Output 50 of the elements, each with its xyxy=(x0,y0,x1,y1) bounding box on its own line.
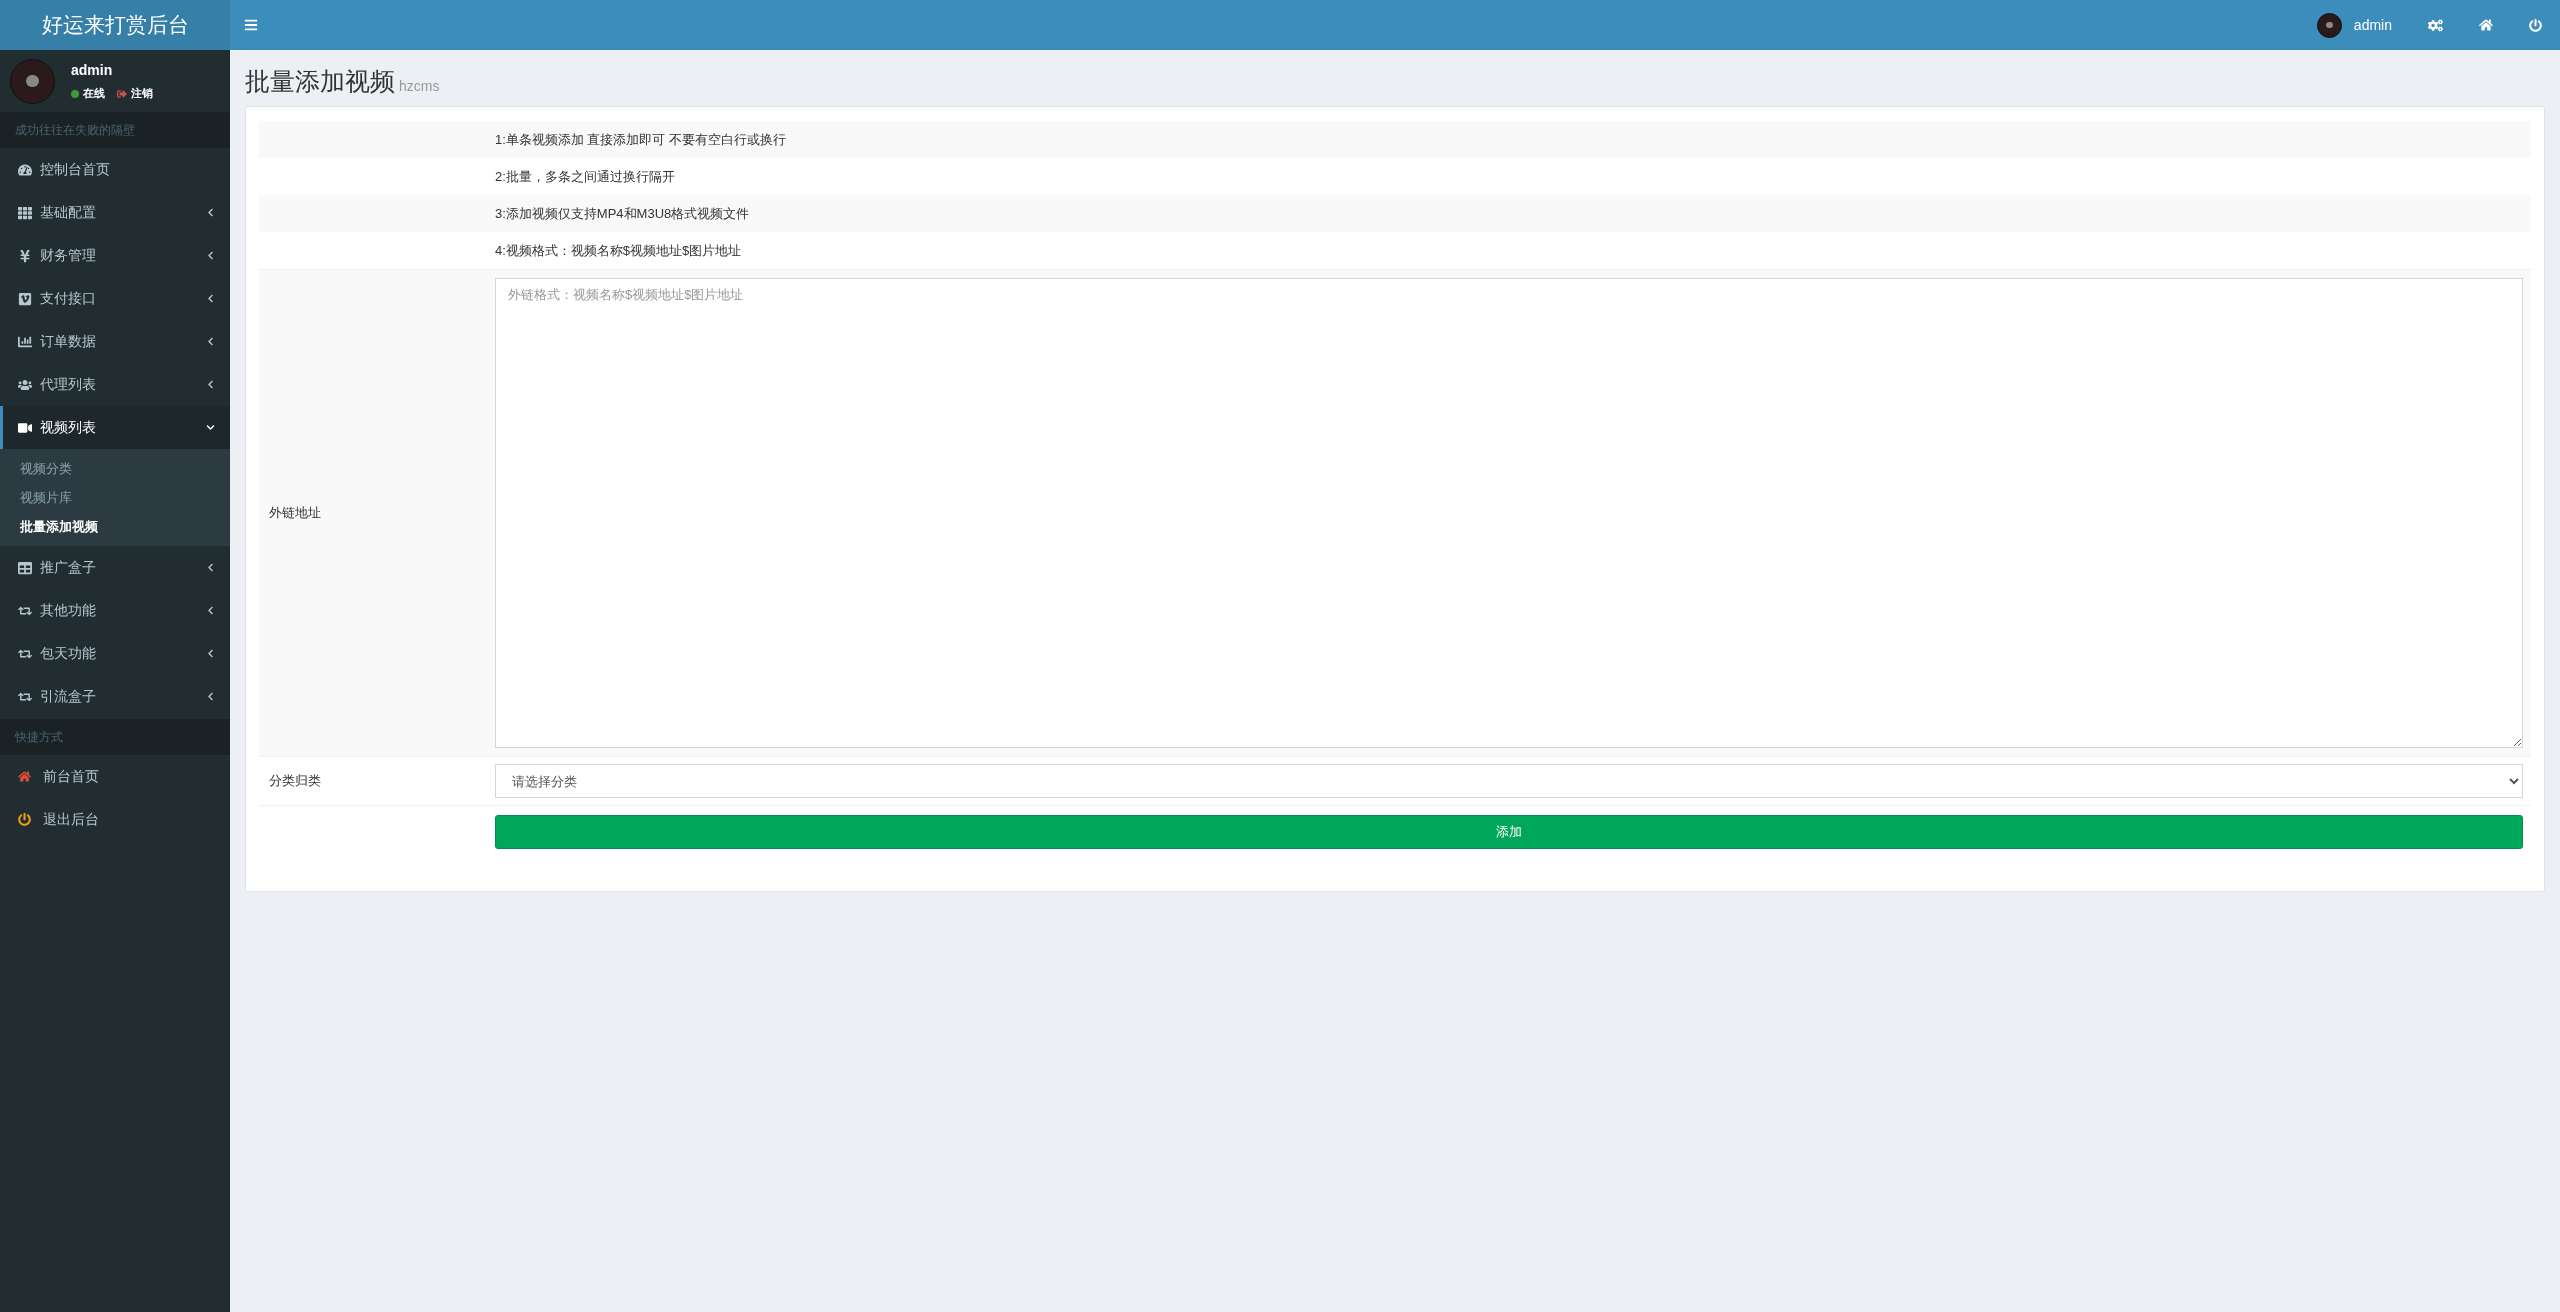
sign-out-icon xyxy=(117,88,127,99)
instruction-text: 1:单条视频添加 直接添加即可 不要有空白行或换行 xyxy=(495,130,787,149)
brand-logo[interactable]: 好运来打赏后台 xyxy=(0,0,230,50)
menu-item[interactable]: 包天功能 xyxy=(0,632,230,675)
menu-item[interactable]: 财务管理 xyxy=(0,234,230,277)
user-avatar xyxy=(10,58,55,104)
instruction-text: 4:视频格式：视频名称$视频地址$图片地址 xyxy=(495,241,742,260)
status-text: 在线 xyxy=(83,86,105,102)
menu-toggle-icon[interactable] xyxy=(244,18,258,32)
field-label: 外链地址 xyxy=(269,504,321,523)
bar-chart-icon xyxy=(18,334,32,349)
shortcut-item[interactable]: 前台首页 xyxy=(0,755,230,798)
instruction-text: 2:批量，多条之间通过换行隔开 xyxy=(495,167,675,186)
page-subtitle: hzcms xyxy=(399,79,440,93)
shortcut-item[interactable]: 退出后台 xyxy=(0,798,230,841)
user-name: admin xyxy=(71,61,114,81)
page-title: 批量添加视频 xyxy=(245,69,395,94)
user-name[interactable]: admin xyxy=(2353,14,2392,36)
menu-item[interactable]: 其他功能 xyxy=(0,589,230,632)
motto-header: 成功往往在失败的隔壁 xyxy=(0,112,230,148)
instruction-text: 3:添加视频仅支持MP4和M3U8格式视频文件 xyxy=(495,204,750,223)
video-camera-icon xyxy=(18,420,32,435)
category-select[interactable]: 请选择分类 xyxy=(495,764,2523,798)
yen-icon xyxy=(18,248,32,263)
home-icon xyxy=(18,770,31,783)
submenu-item[interactable]: 视频分类 xyxy=(0,454,230,483)
table-icon xyxy=(18,560,32,575)
menu-item[interactable]: 代理列表 xyxy=(0,363,230,406)
links-textarea[interactable]: 外链格式：视频名称$视频地址$图片地址 xyxy=(495,278,2523,748)
menu-item[interactable]: 控制台首页 xyxy=(0,148,230,191)
power-icon[interactable] xyxy=(2529,18,2542,32)
menu-item[interactable]: 推广盒子 xyxy=(0,546,230,589)
power-icon xyxy=(18,813,31,826)
menu-item[interactable]: 基础配置 xyxy=(0,191,230,234)
dashboard-icon xyxy=(18,162,32,177)
submenu-item[interactable]: 批量添加视频 xyxy=(0,512,230,541)
menu-item[interactable]: 引流盒子 xyxy=(0,675,230,718)
home-icon[interactable] xyxy=(2479,18,2493,32)
settings-icon[interactable] xyxy=(2428,17,2443,33)
field-label: 分类归类 xyxy=(269,772,321,791)
submenu-item[interactable]: 视频片库 xyxy=(0,483,230,512)
user-avatar xyxy=(2316,12,2342,38)
grid-icon xyxy=(18,205,32,220)
square-v-icon xyxy=(18,291,32,306)
shortcuts-header: 快捷方式 xyxy=(0,719,230,755)
logout-link[interactable]: 注销 xyxy=(117,85,153,102)
menu-item[interactable]: 订单数据 xyxy=(0,320,230,363)
users-icon xyxy=(18,377,32,392)
menu-item[interactable]: 支付接口 xyxy=(0,277,230,320)
menu-item[interactable]: 视频列表 xyxy=(0,406,230,449)
